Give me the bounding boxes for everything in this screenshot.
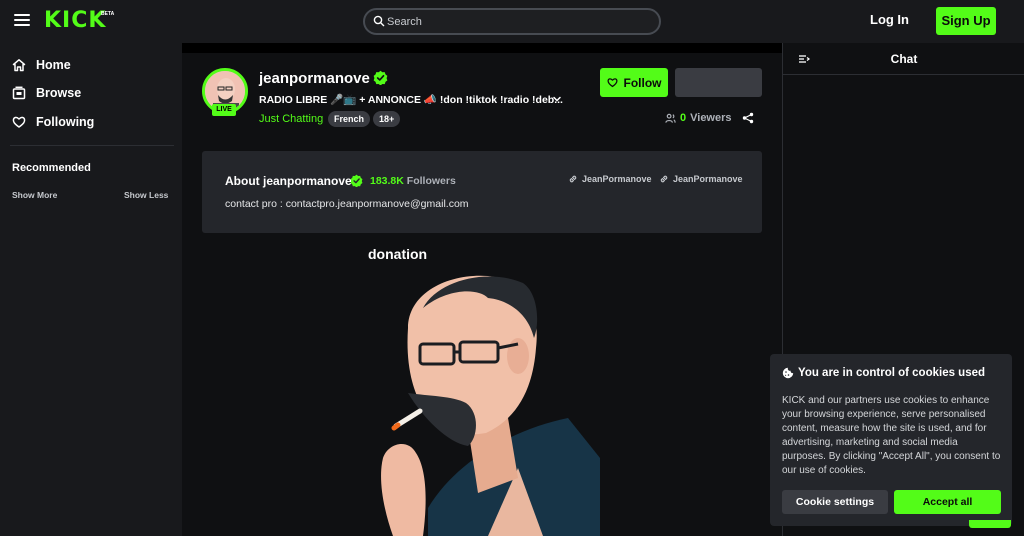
viewer-label: Viewers [690,112,732,124]
donation-heading: donation [368,246,428,262]
heart-icon [606,78,618,88]
followers-number: 183.8K [370,175,404,187]
browse-icon [12,86,26,100]
verified-icon [373,70,388,85]
cookie-icon [782,367,794,379]
chevron-down-icon[interactable] [552,94,562,104]
social-link-1[interactable]: JeanPormanove [568,174,652,184]
sidebar: Home Browse Following Recommended Show M… [0,43,182,536]
divider [10,145,174,146]
show-more-button[interactable]: Show More [12,190,57,200]
hidden-action-button[interactable] [969,520,1011,528]
sidebar-item-following[interactable]: Following [12,112,94,132]
signup-button[interactable]: Sign Up [936,7,996,35]
stream-title: RADIO LIBRE 🎤📺 + ANNONCE 📣 !don !tiktok … [259,94,563,106]
sidebar-item-label: Home [36,58,71,72]
cookie-banner: You are in control of cookies used KICK … [770,354,1012,526]
social-link-2[interactable]: JeanPormanove [659,174,743,184]
login-button[interactable]: Log In [870,12,909,27]
cookie-text: KICK and our partners use cookies to enh… [782,395,1001,477]
home-icon [12,59,26,72]
chat-header: Chat [783,43,1024,75]
show-less-button[interactable]: Show Less [124,190,168,200]
link-icon [660,175,668,183]
category-link[interactable]: Just Chatting [259,113,323,125]
follow-label: Follow [623,75,662,90]
users-icon [665,113,676,123]
tag-language[interactable]: French [328,111,371,127]
followers-label: Followers [406,175,456,187]
follow-button[interactable]: Follow [600,68,668,97]
cookie-title-text: You are in control of cookies used [798,367,986,379]
social-label: JeanPormanove [673,174,743,184]
followers-count: 183.8K Followers [370,175,456,187]
chat-title: Chat [890,52,918,66]
verified-icon [350,174,363,187]
donation-panel-image[interactable] [368,268,600,536]
cookie-settings-button[interactable]: Cookie settings [782,490,888,514]
subscribe-button-placeholder[interactable] [675,68,762,97]
accept-all-button[interactable]: Accept all [894,490,1001,514]
kick-logo[interactable]: KICK [44,8,106,33]
about-description: contact pro : contactpro.jeanpormanove@g… [225,198,469,210]
social-label: JeanPormanove [582,174,652,184]
video-player[interactable] [182,43,782,53]
sidebar-item-label: Browse [36,86,82,100]
cookie-title: You are in control of cookies used [782,367,985,379]
top-bar: KICK BETA Log In Sign Up [0,0,1024,43]
search-bar[interactable] [363,8,661,35]
sidebar-item-home[interactable]: Home [12,55,71,75]
sidebar-item-label: Following [36,115,95,129]
recommended-heading: Recommended [12,162,91,174]
beta-badge: BETA [101,11,115,17]
viewer-count: 0 Viewers [665,112,732,124]
search-input[interactable] [387,13,647,31]
menu-icon[interactable] [14,14,30,27]
sidebar-item-browse[interactable]: Browse [12,83,81,103]
about-title: About jeanpormanove [225,174,352,188]
search-icon [373,15,385,27]
channel-name[interactable]: jeanpormanove [259,70,370,87]
share-icon[interactable] [742,112,754,124]
live-badge: LIVE [212,104,236,116]
about-panel: About jeanpormanove 183.8K Followers Jea… [202,151,762,233]
viewer-number: 0 [680,112,687,124]
heart-icon [12,116,26,128]
tag-age[interactable]: 18+ [373,111,401,127]
link-icon [569,175,577,183]
